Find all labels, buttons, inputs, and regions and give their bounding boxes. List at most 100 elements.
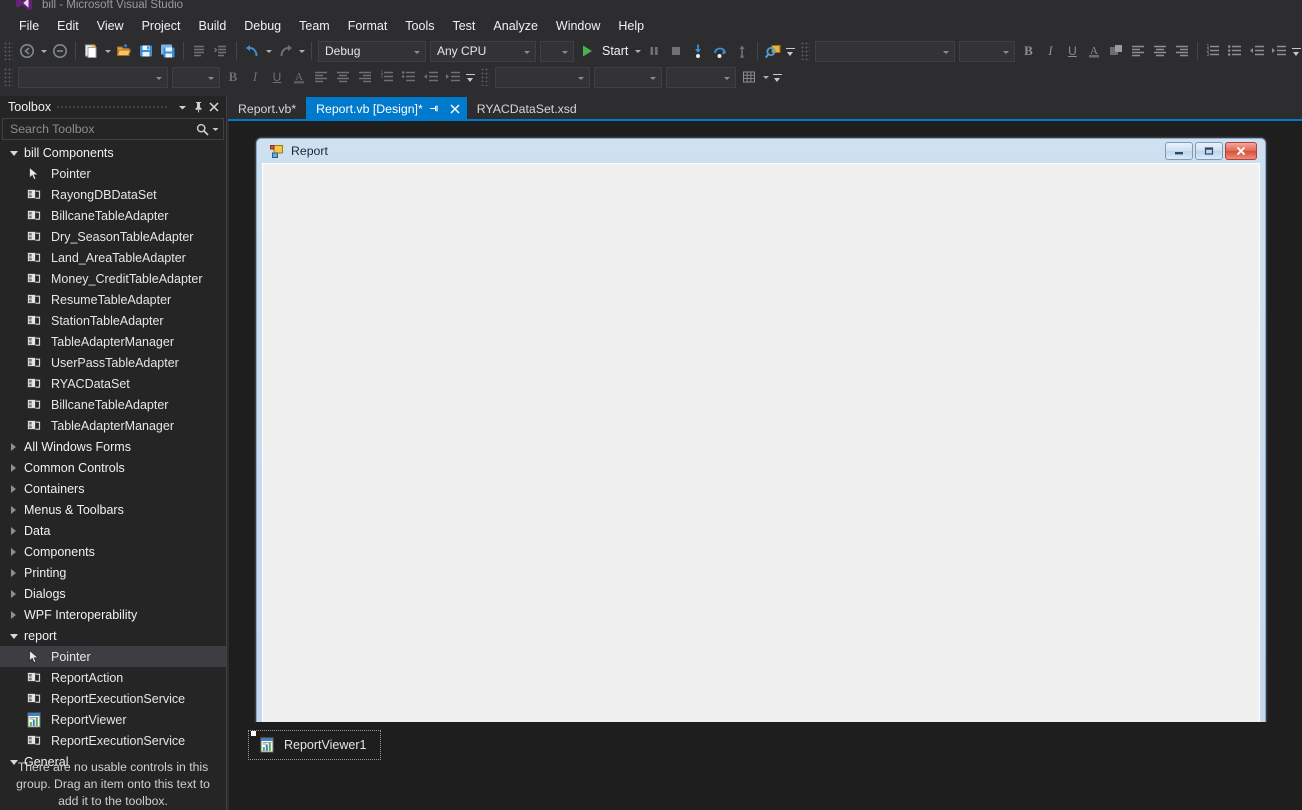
- toolbar-grip[interactable]: [4, 68, 13, 86]
- toolbox-group-all-windows-forms[interactable]: All Windows Forms: [0, 436, 226, 457]
- search-icon[interactable]: [196, 123, 209, 136]
- bold-button[interactable]: B: [1017, 40, 1039, 62]
- align-right-icon[interactable]: [1171, 40, 1193, 62]
- toolbox-group-common-controls[interactable]: Common Controls: [0, 457, 226, 478]
- toolbox-item-pointer[interactable]: Pointer: [0, 646, 226, 667]
- form-designer-surface[interactable]: Report ReportViewer1: [229, 121, 1302, 810]
- toolbox-group-bill-components[interactable]: bill Components: [0, 142, 226, 163]
- toolbox-item-pointer[interactable]: Pointer: [0, 163, 226, 184]
- tab-report-vb-design-[interactable]: Report.vb [Design]*: [306, 97, 467, 120]
- menu-edit[interactable]: Edit: [48, 17, 88, 35]
- target-combo-b[interactable]: [594, 66, 662, 88]
- toolbox-group-wpf-interoperability[interactable]: WPF Interoperability: [0, 604, 226, 625]
- insert-table-icon[interactable]: [738, 66, 760, 88]
- tab-report-vb-[interactable]: Report.vb*: [228, 97, 306, 120]
- outdent-icon[interactable]: [1246, 40, 1268, 62]
- toolbox-group-data[interactable]: Data: [0, 520, 226, 541]
- menu-window[interactable]: Window: [547, 17, 609, 35]
- ordered-list-icon-2[interactable]: 1 2: [376, 66, 398, 88]
- toolbox-search-box[interactable]: [2, 118, 224, 140]
- document-tab-strip[interactable]: Report.vb* Report.vb [Design]* RYACDataSet…: [228, 96, 1302, 120]
- toolbox-item-tableadaptermanager[interactable]: TableAdapterManager: [0, 331, 226, 352]
- toolbox-item-land-areatableadapter[interactable]: Land_AreaTableAdapter: [0, 247, 226, 268]
- menu-team[interactable]: Team: [290, 17, 339, 35]
- target-combo-c[interactable]: [666, 66, 736, 88]
- step-into-icon[interactable]: [687, 40, 709, 62]
- minimize-icon[interactable]: [1165, 142, 1193, 160]
- save-all-icon[interactable]: [157, 40, 179, 62]
- stop-icon[interactable]: [665, 40, 687, 62]
- toolbar-grip[interactable]: [801, 42, 811, 60]
- toolbox-item-reportexecutionservice[interactable]: ReportExecutionService: [0, 688, 226, 709]
- toolbox-group-report[interactable]: report: [0, 625, 226, 646]
- menu-tools[interactable]: Tools: [396, 17, 443, 35]
- start-button-label[interactable]: Start: [598, 44, 632, 58]
- navigate-back-dropdown[interactable]: [38, 40, 49, 62]
- open-file-icon[interactable]: [113, 40, 135, 62]
- comment-selection-icon[interactable]: [188, 40, 210, 62]
- menu-view[interactable]: View: [88, 17, 133, 35]
- find-in-files-icon[interactable]: [762, 40, 784, 62]
- navigate-forward-icon[interactable]: [49, 40, 71, 62]
- search-dropdown-icon[interactable]: [212, 120, 219, 138]
- align-center-icon[interactable]: [1149, 40, 1171, 62]
- toolbox-group-containers[interactable]: Containers: [0, 478, 226, 499]
- indent-icon-2[interactable]: [442, 66, 464, 88]
- ordered-list-icon[interactable]: 1 2 3: [1202, 40, 1224, 62]
- toolbox-item-tableadaptermanager[interactable]: TableAdapterManager: [0, 415, 226, 436]
- toolbox-item-userpasstableadapter[interactable]: UserPassTableAdapter: [0, 352, 226, 373]
- align-right-icon-2[interactable]: [354, 66, 376, 88]
- background-color-icon[interactable]: [1105, 40, 1127, 62]
- tray-item-reportviewer1[interactable]: ReportViewer1: [248, 730, 382, 760]
- toolbox-item-reportviewer[interactable]: ReportViewer: [0, 709, 226, 730]
- indent-icon[interactable]: [1268, 40, 1290, 62]
- toolbar-grip[interactable]: [4, 42, 13, 60]
- undo-dropdown[interactable]: [263, 40, 274, 62]
- toolbox-item-resumetableadapter[interactable]: ResumeTableAdapter: [0, 289, 226, 310]
- pause-icon[interactable]: [643, 40, 665, 62]
- chevron-right-icon[interactable]: [9, 610, 19, 620]
- start-target-combo[interactable]: [540, 40, 574, 62]
- style-combo[interactable]: [18, 66, 168, 88]
- align-center-icon-2[interactable]: [332, 66, 354, 88]
- selection-handle[interactable]: [251, 731, 256, 736]
- underline-button[interactable]: U: [1061, 40, 1083, 62]
- bold-button-2[interactable]: B: [222, 66, 244, 88]
- toolbox-item-money-credittableadapter[interactable]: Money_CreditTableAdapter: [0, 268, 226, 289]
- toolbox-item-stationtableadapter[interactable]: StationTableAdapter: [0, 310, 226, 331]
- foreground-color-icon[interactable]: A: [1083, 40, 1105, 62]
- chevron-down-icon[interactable]: [9, 631, 19, 641]
- close-icon[interactable]: [1225, 142, 1257, 160]
- toolbar-grip[interactable]: [481, 68, 490, 86]
- align-left-icon-2[interactable]: [310, 66, 332, 88]
- toolbox-tree[interactable]: bill Components Pointer RayongDBDataSet Bil…: [0, 142, 226, 810]
- italic-button[interactable]: I: [1039, 40, 1061, 62]
- solution-configuration-combo[interactable]: Debug: [318, 40, 426, 62]
- chevron-right-icon[interactable]: [9, 463, 19, 473]
- chevron-right-icon[interactable]: [9, 526, 19, 536]
- toolbox-item-billcanetableadapter[interactable]: BillcaneTableAdapter: [0, 205, 226, 226]
- toolbox-item-ryacdataset[interactable]: RYACDataSet: [0, 373, 226, 394]
- insert-table-dropdown[interactable]: [760, 66, 771, 88]
- outdent-icon-2[interactable]: [420, 66, 442, 88]
- uncomment-selection-icon[interactable]: [210, 40, 232, 62]
- menu-build[interactable]: Build: [189, 17, 235, 35]
- chevron-right-icon[interactable]: [9, 484, 19, 494]
- redo-icon[interactable]: [274, 40, 296, 62]
- search-input[interactable]: [10, 122, 196, 136]
- undo-icon[interactable]: [241, 40, 263, 62]
- pin-icon[interactable]: [190, 98, 206, 116]
- redo-dropdown[interactable]: [296, 40, 307, 62]
- new-item-icon[interactable]: [80, 40, 102, 62]
- solution-platform-combo[interactable]: Any CPU: [430, 40, 536, 62]
- chevron-right-icon[interactable]: [9, 442, 19, 452]
- toolbox-group-components[interactable]: Components: [0, 541, 226, 562]
- menu-format[interactable]: Format: [339, 17, 397, 35]
- table-toolbar-overflow-button[interactable]: [771, 66, 784, 88]
- toolbox-item-reportexecutionservice[interactable]: ReportExecutionService: [0, 730, 226, 751]
- menu-file[interactable]: File: [10, 17, 48, 35]
- menu-test[interactable]: Test: [443, 17, 484, 35]
- italic-button-2[interactable]: I: [244, 66, 266, 88]
- unordered-list-icon-2[interactable]: [398, 66, 420, 88]
- toolbox-group-printing[interactable]: Printing: [0, 562, 226, 583]
